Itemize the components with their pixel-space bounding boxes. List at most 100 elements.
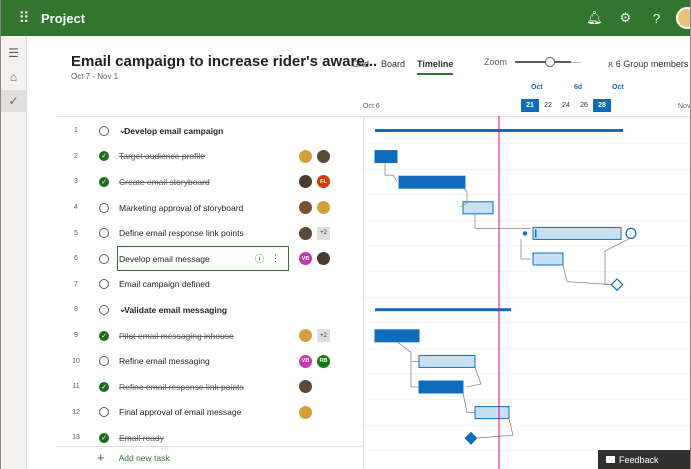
task-row[interactable]: 2 ✓ Target audience profile — [57, 144, 363, 170]
task-bar[interactable] — [374, 329, 420, 343]
task-bar[interactable] — [418, 380, 464, 394]
incomplete-circle-icon[interactable] — [99, 125, 109, 136]
assignees[interactable]: +2 — [299, 329, 335, 343]
day-label: 26 — [580, 102, 588, 109]
task-bar[interactable] — [532, 226, 622, 240]
completed-check-icon[interactable]: ✓ — [99, 432, 109, 443]
bar-resize-handle[interactable] — [535, 229, 537, 238]
row-number: 10 — [72, 357, 80, 365]
task-name[interactable]: Refine email response link points — [119, 382, 363, 392]
row-number: 4 — [74, 204, 78, 212]
help-icon[interactable]: ? — [641, 11, 672, 26]
incomplete-circle-icon[interactable] — [99, 228, 109, 239]
more-assignees-badge[interactable]: +2 — [317, 329, 330, 343]
task-name[interactable]: Email ready — [119, 433, 363, 443]
tasks-check-icon[interactable]: ✓ — [1, 90, 26, 112]
group-row[interactable]: 1 ⌄ Develop email campaign — [57, 118, 363, 144]
day-label: 28 — [593, 99, 611, 112]
group-members-button[interactable]: ጸ 6 Group members — [608, 59, 688, 70]
assignees[interactable]: FL — [299, 175, 335, 189]
zoom-slider[interactable] — [515, 57, 572, 67]
task-row[interactable]: 6 Develop email message ⓘ ⋮ VB — [57, 246, 363, 272]
task-name[interactable]: Email campaign defined — [119, 279, 363, 289]
completed-check-icon[interactable]: ✓ — [99, 381, 109, 392]
tab-grid[interactable]: Grid — [352, 59, 369, 75]
completed-check-icon[interactable]: ✓ — [99, 151, 109, 162]
row-number: 9 — [74, 332, 78, 340]
gantt-chart — [363, 116, 690, 469]
assignee-avatar[interactable] — [299, 226, 312, 240]
incomplete-circle-icon[interactable] — [99, 253, 109, 264]
incomplete-circle-icon[interactable] — [99, 279, 109, 290]
menu-icon[interactable]: ☰ — [1, 42, 26, 64]
task-row[interactable]: 10 Refine email messaging VB RB — [57, 348, 363, 374]
user-avatar[interactable] — [676, 7, 690, 29]
assignee-initials[interactable]: RB — [317, 354, 330, 368]
assignee-avatar[interactable] — [299, 405, 312, 419]
plus-icon: + — [97, 450, 105, 465]
assignee-avatar[interactable] — [299, 149, 312, 163]
task-bar[interactable] — [398, 175, 466, 189]
task-name[interactable]: Final approval of email message — [119, 407, 363, 417]
summary-bar[interactable] — [375, 308, 511, 312]
task-bar[interactable] — [374, 150, 398, 164]
assignees[interactable] — [299, 149, 335, 163]
completed-check-icon[interactable]: ✓ — [99, 330, 109, 341]
assignee-avatar[interactable] — [317, 149, 330, 163]
assignees[interactable] — [299, 380, 317, 394]
app-name: Project — [41, 10, 86, 26]
assignee-initials[interactable]: VB — [299, 252, 312, 266]
tab-board[interactable]: Board — [381, 59, 405, 75]
task-name[interactable]: Validate email messaging — [124, 305, 363, 315]
task-row[interactable]: 4 Marketing approval of storyboard — [57, 195, 363, 221]
home-icon[interactable]: ⌂ — [1, 66, 26, 88]
feedback-button[interactable]: Feedback — [598, 450, 690, 469]
milestone-diamond — [464, 431, 478, 445]
assignees[interactable]: VB — [299, 252, 335, 266]
day-label: 21 — [521, 99, 539, 112]
dependency-line — [462, 392, 475, 413]
assignees[interactable] — [299, 405, 317, 419]
app-launcher-icon[interactable]: ⠿ — [7, 9, 41, 27]
incomplete-circle-icon[interactable] — [99, 356, 109, 367]
assignees[interactable]: +2 — [299, 226, 335, 240]
gear-icon[interactable]: ⚙ — [610, 10, 641, 26]
timeline-end-label: Nov — [678, 103, 691, 110]
task-bar[interactable] — [532, 252, 564, 266]
assignee-avatar[interactable] — [299, 175, 312, 189]
task-bar[interactable] — [418, 354, 476, 368]
task-bar[interactable] — [474, 406, 510, 420]
info-icon[interactable]: ⓘ — [255, 252, 264, 265]
task-row[interactable]: 11 ✓ Refine email response link points — [57, 374, 363, 400]
zoom-slider-thumb[interactable] — [545, 57, 556, 67]
add-task-button[interactable]: + Add new task — [97, 450, 170, 465]
completed-check-icon[interactable]: ✓ — [99, 176, 109, 187]
assignee-initials[interactable]: VB — [299, 354, 312, 368]
assignee-avatar[interactable] — [317, 252, 330, 266]
bell-icon[interactable]: 🔔︎ — [579, 10, 610, 26]
incomplete-circle-icon[interactable] — [99, 407, 109, 418]
assignee-avatar[interactable] — [317, 201, 330, 215]
incomplete-circle-icon[interactable] — [99, 202, 109, 213]
task-row[interactable]: 7 Email campaign defined — [57, 272, 363, 298]
assignee-initials[interactable]: FL — [317, 175, 330, 189]
more-assignees-badge[interactable]: +2 — [317, 226, 330, 240]
assignee-avatar[interactable] — [299, 329, 312, 343]
task-row[interactable]: 5 Define email response link points +2 — [57, 220, 363, 246]
group-row[interactable]: 8 ⌄ Validate email messaging — [57, 297, 363, 323]
assignee-avatar[interactable] — [299, 201, 312, 215]
task-name[interactable]: Develop email campaign — [124, 126, 363, 136]
assignees[interactable]: VB RB — [299, 354, 335, 368]
day-label: 24 — [562, 102, 570, 109]
row-number: 1 — [74, 127, 78, 135]
day-label: 22 — [544, 102, 552, 109]
task-row[interactable]: 9 ✓ Pilot email messaging inhouse +2 — [57, 323, 363, 349]
more-options-icon[interactable]: ⋮ — [271, 253, 280, 264]
task-row[interactable]: 12 Final approval of email message — [57, 400, 363, 426]
assignee-avatar[interactable] — [299, 380, 312, 394]
assignees[interactable] — [299, 201, 335, 215]
tab-timeline[interactable]: Timeline — [417, 59, 454, 75]
task-row[interactable]: 3 ✓ Create email storyboard FL — [57, 169, 363, 195]
incomplete-circle-icon[interactable] — [99, 304, 109, 315]
task-bar[interactable] — [462, 201, 494, 215]
